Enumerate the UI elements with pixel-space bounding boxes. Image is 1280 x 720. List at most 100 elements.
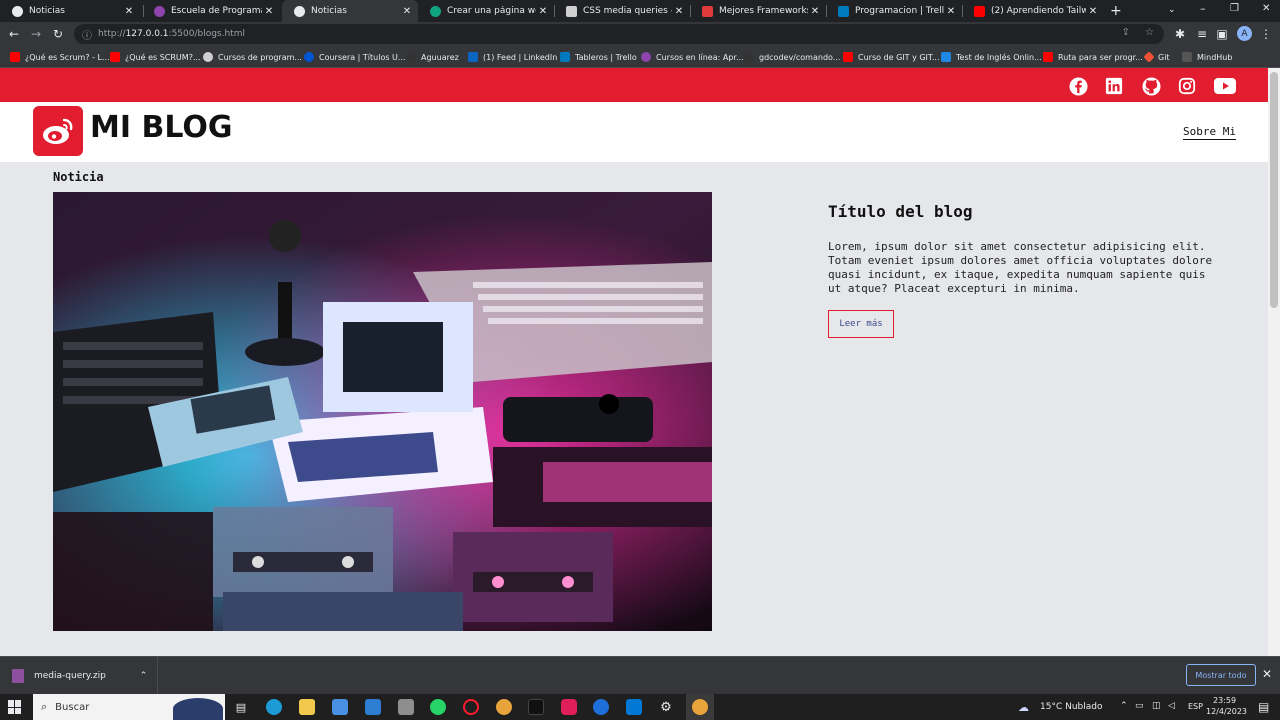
tab-7[interactable]: (2) Aprendiendo Tailwind C ✕ xyxy=(962,0,1104,22)
share-icon[interactable]: ⇪ xyxy=(1122,27,1130,38)
tab-1[interactable]: Escuela de Programación y ✕ xyxy=(142,0,280,22)
menu-kebab-icon[interactable]: ⋮ xyxy=(1258,26,1274,42)
bookmark-item[interactable]: Tableros | Trello xyxy=(560,50,637,64)
app-icon[interactable] xyxy=(593,699,609,715)
network-icon[interactable]: ◫ xyxy=(1152,701,1161,711)
close-icon[interactable]: ✕ xyxy=(944,6,958,17)
calculator-icon[interactable] xyxy=(398,699,414,715)
bookmark-item[interactable]: ¿Qué es SCRUM?... xyxy=(110,50,201,64)
bookmark-item[interactable]: Ruta para ser progr... xyxy=(1043,50,1143,64)
page-scrollbar[interactable] xyxy=(1268,68,1280,656)
minimize-button[interactable]: – xyxy=(1200,2,1206,15)
url-text: http://127.0.0.1:5500/blogs.html xyxy=(98,29,245,39)
battery-icon[interactable]: ▭ xyxy=(1135,701,1144,711)
store-icon[interactable] xyxy=(332,699,348,715)
bookmark-item[interactable]: MindHub xyxy=(1182,50,1232,64)
maximize-button[interactable]: ❐ xyxy=(1230,3,1239,14)
download-bar: media-query.zip ⌃ Mostrar todo ✕ xyxy=(0,656,1280,694)
windows-start-icon[interactable] xyxy=(8,700,22,714)
avatar[interactable]: A xyxy=(1237,26,1252,41)
close-icon[interactable]: ✕ xyxy=(1086,6,1100,17)
task-view-icon[interactable]: ▤ xyxy=(233,699,249,715)
bookmark-item[interactable]: Aguuarez xyxy=(406,50,459,64)
tab-3[interactable]: Crear una página web res ✕ xyxy=(418,0,554,22)
linkedin-icon[interactable] xyxy=(1104,76,1124,96)
tab-search-icon[interactable]: ⌄ xyxy=(1168,5,1176,15)
settings-gear-icon[interactable]: ⚙ xyxy=(658,699,674,715)
tab-0[interactable]: Noticias ✕ xyxy=(0,0,140,22)
globe-icon xyxy=(203,52,213,62)
bookmark-item[interactable]: Coursera | Títulos U... xyxy=(304,50,406,64)
download-filename: media-query.zip xyxy=(34,670,106,681)
vscode-icon[interactable] xyxy=(626,699,642,715)
scrollbar-thumb[interactable] xyxy=(1270,72,1278,308)
opera-icon[interactable] xyxy=(463,699,479,715)
chevron-up-icon[interactable]: ⌃ xyxy=(1120,701,1128,711)
new-tab-button[interactable]: + xyxy=(1110,3,1122,19)
edge-icon[interactable] xyxy=(266,699,282,715)
youtube-icon xyxy=(974,5,985,17)
playlist-icon[interactable]: ≡ xyxy=(1194,26,1210,42)
bookmark-item[interactable]: Git xyxy=(1143,50,1170,64)
github-icon[interactable] xyxy=(1141,76,1161,96)
info-icon[interactable]: ⓘ xyxy=(82,27,92,42)
address-bar[interactable]: ⓘ http://127.0.0.1:5500/blogs.html ⇪ ☆ xyxy=(74,24,1164,44)
youtube-icon xyxy=(110,52,120,62)
star-icon[interactable]: ☆ xyxy=(1145,27,1154,38)
tab-6[interactable]: Programacion | Trello ✕ xyxy=(826,0,962,22)
instagram-icon[interactable] xyxy=(1177,76,1197,96)
facebook-icon[interactable] xyxy=(1068,76,1088,96)
volume-icon[interactable]: ◁ xyxy=(1168,701,1175,711)
notification-icon[interactable]: ▤ xyxy=(1258,700,1269,714)
reload-icon[interactable]: ↻ xyxy=(50,26,66,42)
platzi-icon xyxy=(154,5,165,17)
close-icon[interactable]: ✕ xyxy=(1262,667,1272,681)
mail-icon[interactable] xyxy=(365,699,381,715)
bookmark-item[interactable]: Cursos en línea: Apr... xyxy=(641,50,744,64)
github-icon xyxy=(744,52,754,62)
back-arrow-icon[interactable]: ← xyxy=(6,26,22,42)
weather-text[interactable]: 15°C Nublado xyxy=(1040,702,1102,712)
trello-icon xyxy=(560,52,570,62)
zip-file-icon xyxy=(12,668,24,683)
download-item[interactable]: media-query.zip ⌃ xyxy=(0,657,158,694)
forward-arrow-icon[interactable]: → xyxy=(28,26,44,42)
slack-icon[interactable] xyxy=(561,699,577,715)
taskbar-search[interactable]: ⌕ Buscar xyxy=(33,694,225,720)
weibo-logo-icon[interactable] xyxy=(33,106,83,156)
close-icon[interactable]: ✕ xyxy=(122,6,136,17)
whatsapp-icon[interactable] xyxy=(430,699,446,715)
bookmark-item[interactable]: ¿Qué es Scrum? - L... xyxy=(10,50,110,64)
chrome-icon[interactable] xyxy=(496,699,512,715)
bookmark-item[interactable]: gdcodev/comando... xyxy=(744,50,840,64)
close-icon[interactable]: ✕ xyxy=(672,6,686,17)
close-icon[interactable]: ✕ xyxy=(536,6,550,17)
extensions-icon[interactable]: ✱ xyxy=(1172,26,1188,42)
site-brand[interactable]: MI BLOG xyxy=(90,110,233,145)
nav-about-link[interactable]: Sobre Mi xyxy=(1183,125,1236,140)
side-panel-icon[interactable]: ▣ xyxy=(1214,26,1230,42)
window-close-button[interactable]: ✕ xyxy=(1262,3,1270,14)
tab-2-active[interactable]: Noticias ✕ xyxy=(282,0,418,22)
file-explorer-icon[interactable] xyxy=(299,699,315,715)
youtube-icon[interactable] xyxy=(1214,76,1236,96)
clock-time[interactable]: 23:59 xyxy=(1213,696,1236,705)
bookmark-item[interactable]: Cursos de program... xyxy=(203,50,302,64)
tab-5[interactable]: Mejores Frameworks CSS p ✕ xyxy=(690,0,826,22)
read-more-button[interactable]: Leer más xyxy=(828,310,894,338)
show-all-button[interactable]: Mostrar todo xyxy=(1186,664,1256,686)
bookmark-item[interactable]: (1) Feed | LinkedIn xyxy=(468,50,557,64)
chevron-up-icon[interactable]: ⌃ xyxy=(140,671,148,681)
bookmark-item[interactable]: Curso de GIT y GIT... xyxy=(843,50,939,64)
language-indicator[interactable]: ESP xyxy=(1188,702,1203,711)
tiktok-icon[interactable] xyxy=(528,699,544,715)
bookmark-item[interactable]: Test de Inglés Onlin... xyxy=(941,50,1042,64)
close-icon[interactable]: ✕ xyxy=(808,6,822,17)
close-icon[interactable]: ✕ xyxy=(262,6,276,17)
hero-image xyxy=(53,192,712,631)
chrome-active-icon[interactable] xyxy=(686,694,714,720)
chatgpt-icon xyxy=(430,5,441,17)
clock-date[interactable]: 12/4/2023 xyxy=(1206,707,1247,716)
close-icon[interactable]: ✕ xyxy=(400,6,414,17)
tab-4[interactable]: CSS media queries - CSS | ✕ xyxy=(554,0,690,22)
